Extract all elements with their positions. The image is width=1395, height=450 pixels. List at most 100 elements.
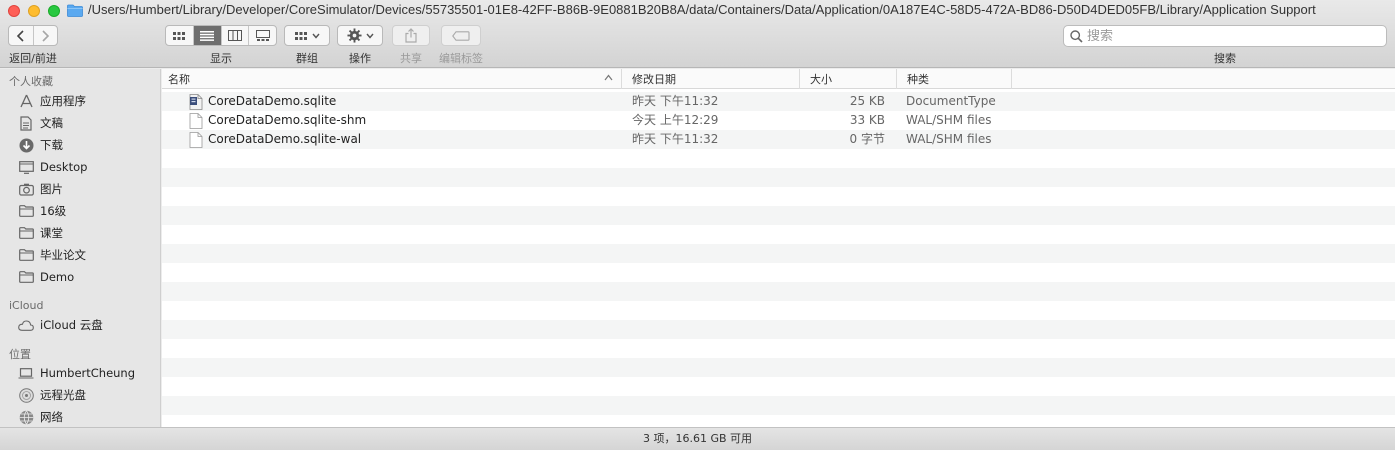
toolbar: /Users/Humbert/Library/Developer/CoreSim… <box>0 0 1395 68</box>
folder-icon <box>18 269 34 285</box>
window-title-path: /Users/Humbert/Library/Developer/CoreSim… <box>88 2 1316 17</box>
sidebar-section-icloud: iCloud <box>9 299 44 312</box>
column-header-name[interactable]: 名称 <box>162 69 622 89</box>
empty-row <box>162 282 1395 301</box>
empty-row <box>162 301 1395 320</box>
document-icon <box>189 132 203 148</box>
sidebar-item-pictures[interactable]: 图片 <box>0 178 160 200</box>
group-button[interactable] <box>284 25 330 46</box>
icon-view-button[interactable] <box>166 26 193 45</box>
gallery-view-icon <box>255 30 270 41</box>
column-view-icon <box>227 30 242 41</box>
edit-tags-label: 编辑标签 <box>439 52 483 65</box>
file-kind: WAL/SHM files <box>906 132 992 146</box>
sort-ascending-icon <box>604 74 613 81</box>
view-label: 显示 <box>210 52 232 65</box>
back-button[interactable] <box>9 26 33 45</box>
edit-tags-button[interactable] <box>441 25 481 46</box>
folder-icon <box>18 225 34 241</box>
empty-row <box>162 225 1395 244</box>
share-label: 共享 <box>400 52 422 65</box>
empty-row <box>162 377 1395 396</box>
status-bar: 3 项，16.61 GB 可用 <box>0 427 1395 450</box>
network-icon <box>18 409 34 425</box>
sidebar-item-desktop[interactable]: Desktop <box>0 156 160 178</box>
sidebar: 个人收藏 应用程序 文稿 下载 Desktop 图片 16级 课堂 毕业论文 D… <box>0 69 161 427</box>
sidebar-item-classroom[interactable]: 课堂 <box>0 222 160 244</box>
list-view-button[interactable] <box>192 26 221 45</box>
sidebar-item-label: 下载 <box>40 138 63 152</box>
action-label: 操作 <box>349 52 371 65</box>
camera-icon <box>18 181 34 197</box>
sidebar-item-label: 远程光盘 <box>40 388 86 402</box>
column-view-button[interactable] <box>220 26 249 45</box>
zoom-window-button[interactable] <box>48 5 60 17</box>
share-button[interactable] <box>392 25 430 46</box>
sidebar-section-favorites: 个人收藏 <box>9 75 53 88</box>
laptop-icon <box>18 365 34 381</box>
sidebar-item-network[interactable]: 网络 <box>0 406 160 427</box>
action-button[interactable] <box>337 25 383 46</box>
column-header-label: 种类 <box>907 73 929 86</box>
empty-row <box>162 358 1395 377</box>
search-input[interactable] <box>1087 28 1377 44</box>
folder-icon <box>18 247 34 263</box>
sidebar-item-remote-disc[interactable]: 远程光盘 <box>0 384 160 406</box>
file-kind: WAL/SHM files <box>906 113 992 127</box>
icon-view-icon <box>173 31 186 40</box>
search-icon <box>1070 29 1083 43</box>
file-size: 25 KB <box>849 94 885 108</box>
applications-icon <box>18 93 34 109</box>
sidebar-item-icloud-drive[interactable]: iCloud 云盘 <box>0 314 160 336</box>
column-header-label: 名称 <box>168 73 190 86</box>
list-view-icon <box>200 30 215 41</box>
share-icon <box>405 28 417 43</box>
status-text: 3 项，16.61 GB 可用 <box>642 432 753 445</box>
column-header-date[interactable]: 修改日期 <box>622 69 800 89</box>
empty-row <box>162 206 1395 225</box>
minimize-window-button[interactable] <box>28 5 40 17</box>
tag-icon <box>452 30 470 41</box>
chevron-right-icon <box>42 29 50 42</box>
sidebar-item-label: Desktop <box>40 160 88 174</box>
table-row[interactable]: CoreDataDemo.sqlite-wal 昨天 下午11:32 0 字节 … <box>162 130 1395 149</box>
sidebar-item-label: 网络 <box>40 410 63 424</box>
sidebar-item-label: 应用程序 <box>40 94 86 108</box>
sqlite-file-icon <box>189 94 203 110</box>
sidebar-item-label: 毕业论文 <box>40 248 86 262</box>
back-forward-control <box>8 25 58 46</box>
table-row[interactable]: CoreDataDemo.sqlite-shm 今天 上午12:29 33 KB… <box>162 111 1395 130</box>
close-window-button[interactable] <box>8 5 20 17</box>
document-icon <box>189 113 203 129</box>
empty-row <box>162 187 1395 206</box>
file-name: CoreDataDemo.sqlite <box>208 94 337 108</box>
sidebar-item-label: iCloud 云盘 <box>40 318 103 332</box>
column-header-size[interactable]: 大小 <box>800 69 897 89</box>
sidebar-item-16[interactable]: 16级 <box>0 200 160 222</box>
view-mode-control <box>165 25 277 46</box>
sidebar-item-downloads[interactable]: 下载 <box>0 134 160 156</box>
column-header-row: 名称 修改日期 大小 种类 <box>162 69 1395 89</box>
sidebar-item-label: Demo <box>40 270 75 284</box>
table-row[interactable]: CoreDataDemo.sqlite 昨天 下午11:32 25 KB Doc… <box>162 92 1395 111</box>
folder-icon <box>18 203 34 219</box>
sidebar-item-computer[interactable]: HumbertCheung <box>0 362 160 384</box>
group-label: 群组 <box>296 52 318 65</box>
forward-button[interactable] <box>32 26 58 45</box>
sidebar-item-label: HumbertCheung <box>40 366 136 380</box>
sidebar-section-locations: 位置 <box>9 348 31 361</box>
search-field[interactable] <box>1063 25 1387 47</box>
empty-row <box>162 320 1395 339</box>
column-header-kind[interactable]: 种类 <box>897 69 1012 89</box>
sidebar-item-applications[interactable]: 应用程序 <box>0 90 160 112</box>
sidebar-item-documents[interactable]: 文稿 <box>0 112 160 134</box>
file-list: 名称 修改日期 大小 种类 CoreDataDemo.sqlite 昨天 下午1… <box>162 69 1395 427</box>
sidebar-item-thesis[interactable]: 毕业论文 <box>0 244 160 266</box>
sidebar-item-label: 文稿 <box>40 116 63 130</box>
folder-icon <box>67 4 83 17</box>
gallery-view-button[interactable] <box>248 26 276 45</box>
chevron-left-icon <box>16 29 24 42</box>
file-name: CoreDataDemo.sqlite-wal <box>208 132 362 146</box>
sidebar-item-demo[interactable]: Demo <box>0 266 160 288</box>
empty-row <box>162 244 1395 263</box>
